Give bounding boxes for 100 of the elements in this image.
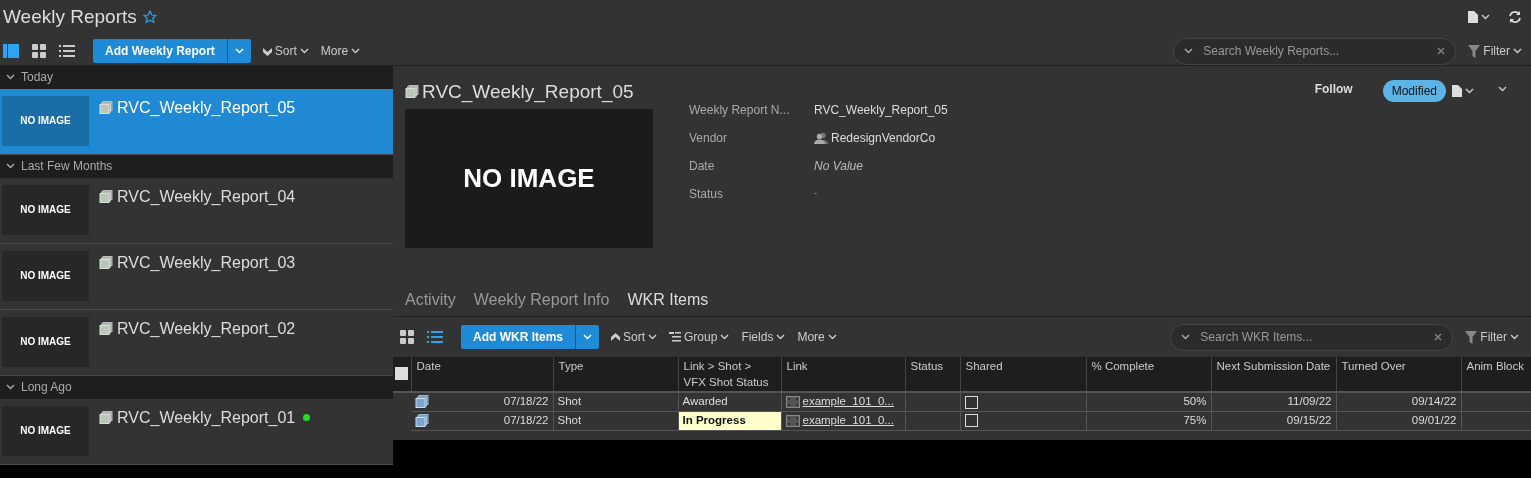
caret-icon: [234, 48, 244, 54]
record-icon: [99, 410, 113, 425]
caret-icon: [827, 334, 837, 340]
caret-icon: [720, 334, 730, 340]
add-menu-button[interactable]: [226, 39, 251, 63]
image-placeholder: NO IMAGE: [405, 109, 653, 248]
record-icon: [99, 100, 113, 115]
item-title: RVC_Weekly_Report_03: [117, 252, 296, 273]
field-value: -: [814, 186, 817, 200]
thumbnail-placeholder: NO IMAGE: [2, 316, 89, 367]
chevron-icon: [6, 384, 15, 390]
search-field[interactable]: Search WKR Items...: [1198, 327, 1427, 347]
more-button[interactable]: More: [320, 42, 361, 60]
field-value: RedesignVendorCo: [831, 129, 936, 147]
add-weekly-report-button[interactable]: Add Weekly Report: [93, 39, 227, 63]
field-label: Vendor: [689, 129, 729, 147]
follow-button[interactable]: Follow: [1314, 79, 1353, 98]
select-all-checkbox[interactable]: [395, 367, 408, 381]
search-box[interactable]: Search WKR Items...: [1170, 323, 1454, 351]
add-wkr-items-button[interactable]: Add WKR Items: [461, 325, 575, 349]
film-icon: [785, 414, 800, 427]
group-button[interactable]: Group: [669, 328, 730, 346]
group-header[interactable]: Today: [0, 65, 393, 89]
sort-icon: [611, 332, 620, 342]
tab[interactable]: Weekly Report Info: [473, 288, 610, 312]
table-cell: 09/14/22: [1411, 395, 1457, 408]
document-icon[interactable]: [1452, 84, 1462, 97]
record-icon: [405, 84, 419, 99]
field-value: RVC_Weekly_Report_05: [814, 101, 948, 119]
add-menu-button[interactable]: [575, 325, 599, 349]
people-icon: [814, 131, 828, 144]
thumbnail-placeholder: NO IMAGE: [2, 184, 89, 235]
field-label: Weekly Report N...: [689, 101, 791, 119]
thumbnail-placeholder: NO IMAGE: [2, 250, 89, 301]
tab[interactable]: WKR Items: [627, 288, 709, 312]
filter-button[interactable]: Filter: [1465, 328, 1519, 346]
item-title: RVC_Weekly_Report_04: [117, 186, 296, 207]
caret-icon: [1510, 334, 1519, 340]
record-icon: [99, 255, 113, 270]
caret-icon: [1481, 14, 1490, 21]
sort-button[interactable]: Sort: [611, 328, 657, 346]
dropdown-caret-icon: [1184, 48, 1194, 54]
search-box[interactable]: Search Weekly Reports...: [1173, 37, 1457, 65]
table-cell: Shot: [557, 413, 582, 426]
checkbox[interactable]: [964, 414, 978, 428]
field-value: No Value: [814, 157, 863, 175]
caret-icon: [299, 48, 309, 54]
table-cell: 11/09/22: [1287, 395, 1332, 408]
caret-icon: [648, 334, 657, 340]
item-title: RVC_Weekly_Report_05: [117, 97, 296, 118]
list-view-icon[interactable]: [427, 329, 443, 345]
group-icon: [669, 332, 681, 342]
field-label: Date: [689, 157, 716, 175]
search-field[interactable]: Search Weekly Reports...: [1201, 41, 1430, 61]
split-view-icon[interactable]: [3, 43, 19, 59]
filter-button[interactable]: Filter: [1468, 42, 1522, 60]
table-cell: Shot: [557, 395, 582, 408]
grid-view-icon[interactable]: [31, 43, 47, 59]
sort-icon: [262, 46, 272, 56]
chevron-icon: [6, 74, 15, 80]
export-menu[interactable]: [1468, 11, 1490, 24]
caret-icon: [1465, 87, 1474, 94]
caret-icon: [351, 48, 361, 54]
caret-icon: [776, 334, 786, 340]
tab[interactable]: Activity: [405, 288, 456, 312]
thumbnail-placeholder: NO IMAGE: [2, 405, 89, 456]
filter-icon: [1465, 330, 1478, 344]
record-icon: [99, 321, 113, 336]
table-cell: 75%: [1183, 413, 1207, 426]
thumbnail-placeholder: NO IMAGE: [2, 95, 89, 146]
list-view-icon[interactable]: [59, 43, 75, 59]
refresh-icon[interactable]: [1508, 10, 1522, 25]
sort-button[interactable]: Sort: [262, 42, 309, 60]
favorite-star-icon[interactable]: [142, 10, 157, 25]
table-cell-text: 07/18/22: [503, 412, 549, 428]
group-header[interactable]: Last Few Months: [0, 154, 393, 178]
page-title: Weekly Reports: [3, 5, 137, 29]
status-badge[interactable]: Modified: [1382, 79, 1446, 102]
film-icon: [785, 395, 800, 408]
chevron-icon: [6, 163, 15, 169]
caret-icon: [1513, 48, 1522, 54]
item-title: RVC_Weekly_Report_02: [117, 318, 296, 339]
record-icon: [99, 189, 113, 204]
caret-icon: [583, 334, 592, 340]
table-cell: 09/15/22: [1286, 413, 1332, 426]
grid-view-icon[interactable]: [399, 329, 415, 345]
fields-button[interactable]: Fields: [741, 328, 786, 346]
dropdown-caret-icon: [1181, 334, 1191, 340]
field-label: Status: [689, 185, 725, 203]
table-cell: 09/01/22: [1411, 413, 1457, 426]
checkbox[interactable]: [964, 395, 978, 409]
document-icon: [1468, 11, 1478, 24]
clear-icon[interactable]: [1437, 47, 1446, 55]
more-button[interactable]: More: [797, 328, 837, 346]
expand-caret-icon: [1498, 85, 1507, 92]
report-list-item[interactable]: NO IMAGE RVC_Weekly_Report_05: [0, 88, 393, 155]
table-cell-text: 07/18/22: [503, 394, 549, 410]
clear-icon[interactable]: [1434, 333, 1443, 341]
filter-icon: [1468, 44, 1481, 58]
group-header[interactable]: Long Ago: [0, 375, 393, 399]
